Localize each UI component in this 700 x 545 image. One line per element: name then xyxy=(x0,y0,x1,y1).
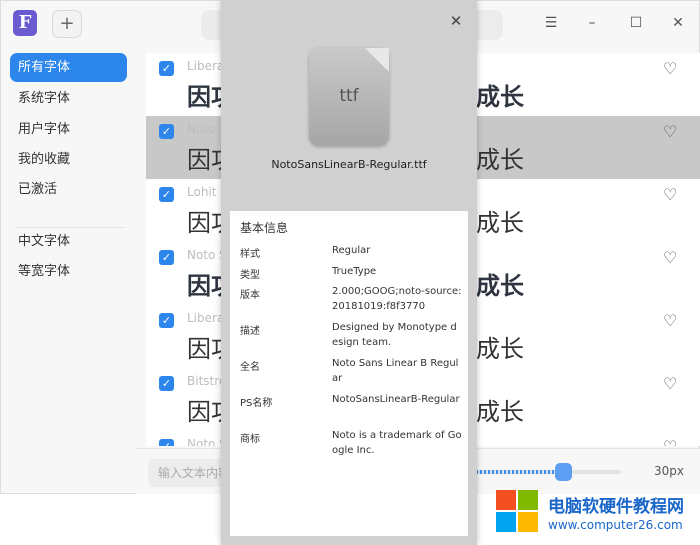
info-label-version: 版本 xyxy=(240,290,260,301)
add-font-button[interactable]: + xyxy=(52,10,82,38)
info-value-description: Designed by Monotype design team. xyxy=(332,322,457,348)
slider-fill xyxy=(476,470,563,474)
info-value-style: Regular xyxy=(332,245,371,256)
favorite-heart-icon[interactable]: ♡ xyxy=(663,59,677,78)
info-label-description: 描述 xyxy=(240,326,260,337)
info-label-style: 样式 xyxy=(240,249,260,260)
info-value-trademark: Noto is a trademark of Google Inc. xyxy=(332,430,462,456)
font-preview-text: 成长 xyxy=(476,398,524,426)
info-value-version: 2.000;GOOG;noto-source:20181019:f8f3770 xyxy=(332,286,462,312)
info-value-type: TrueType xyxy=(332,266,377,277)
logo-tile xyxy=(496,490,516,510)
checkbox[interactable]: ✓ xyxy=(159,250,174,265)
ttf-file-icon: ttf xyxy=(309,48,389,146)
font-size-slider[interactable] xyxy=(476,463,621,481)
windows-logo-icon xyxy=(496,490,540,534)
checkbox[interactable]: ✓ xyxy=(159,439,174,446)
info-value-full-name: Noto Sans Linear B Regular xyxy=(332,358,459,384)
watermark-url: www.computer26.com xyxy=(548,518,683,532)
checkbox[interactable]: ✓ xyxy=(159,187,174,202)
sidebar-item-chinese-fonts[interactable]: 中文字体 xyxy=(10,227,127,256)
font-preview-text: 成长 xyxy=(476,146,524,174)
info-label-full-name: 全名 xyxy=(240,362,260,373)
checkbox[interactable]: ✓ xyxy=(159,313,174,328)
checkbox[interactable]: ✓ xyxy=(159,61,174,76)
info-label-ps-name: PS名称 xyxy=(240,398,273,409)
logo-tile xyxy=(518,490,538,510)
close-button[interactable]: ✕ xyxy=(668,13,688,33)
watermark-title: 电脑软硬件教程网 xyxy=(548,497,684,517)
favorite-heart-icon[interactable]: ♡ xyxy=(663,248,677,267)
font-preview-text: 成长 xyxy=(476,335,524,363)
menu-icon[interactable]: ☰ xyxy=(541,13,561,33)
logo-tile xyxy=(518,512,538,532)
font-size-label: 30px xyxy=(654,464,684,478)
basic-info-panel: 基本信息 样式 Regular 类型 TrueType 版本 2.000;GOO… xyxy=(230,211,468,536)
font-preview-text: 成长 xyxy=(476,272,524,300)
info-label-trademark: 商标 xyxy=(240,434,260,445)
app-logo: F xyxy=(13,10,37,36)
font-info-dialog: ✕ ttf NotoSansLinearB-Regular.ttf 基本信息 样… xyxy=(221,0,477,545)
info-label-type: 类型 xyxy=(240,270,260,281)
sidebar-item-activated[interactable]: 已激活 xyxy=(10,175,127,204)
sidebar-item-user-fonts[interactable]: 用户字体 xyxy=(10,115,127,144)
sidebar-item-monospace-fonts[interactable]: 等宽字体 xyxy=(10,257,127,286)
dialog-close-button[interactable]: ✕ xyxy=(447,12,465,30)
file-fold xyxy=(365,48,389,72)
font-name: Libera xyxy=(187,311,225,325)
font-name: Noto xyxy=(187,122,216,136)
font-preview-text: 成长 xyxy=(476,83,524,111)
logo-tile xyxy=(496,512,516,532)
checkbox[interactable]: ✓ xyxy=(159,376,174,391)
checkbox[interactable]: ✓ xyxy=(159,124,174,139)
favorite-heart-icon[interactable]: ♡ xyxy=(663,437,677,446)
sidebar: 所有字体 系统字体 用户字体 我的收藏 已激活 中文字体 等宽字体 xyxy=(1,47,136,493)
info-title: 基本信息 xyxy=(240,221,289,235)
maximize-button[interactable]: ☐ xyxy=(626,13,646,33)
sidebar-item-all-fonts[interactable]: 所有字体 xyxy=(10,53,127,82)
info-value-ps-name: NotoSansLinearB-Regular xyxy=(332,394,460,405)
font-file-name: NotoSansLinearB-Regular.ttf xyxy=(271,158,427,171)
favorite-heart-icon[interactable]: ♡ xyxy=(663,185,677,204)
sidebar-item-system-fonts[interactable]: 系统字体 xyxy=(10,84,127,113)
file-extension: ttf xyxy=(339,86,359,106)
font-name: Libera xyxy=(187,59,225,73)
font-preview-text: 成长 xyxy=(476,209,524,237)
minimize-button[interactable]: – xyxy=(582,13,602,33)
favorite-heart-icon[interactable]: ♡ xyxy=(663,374,677,393)
favorite-heart-icon[interactable]: ♡ xyxy=(663,311,677,330)
slider-handle[interactable] xyxy=(555,463,572,481)
sidebar-item-favorites[interactable]: 我的收藏 xyxy=(10,145,127,174)
favorite-heart-icon[interactable]: ♡ xyxy=(663,122,677,141)
